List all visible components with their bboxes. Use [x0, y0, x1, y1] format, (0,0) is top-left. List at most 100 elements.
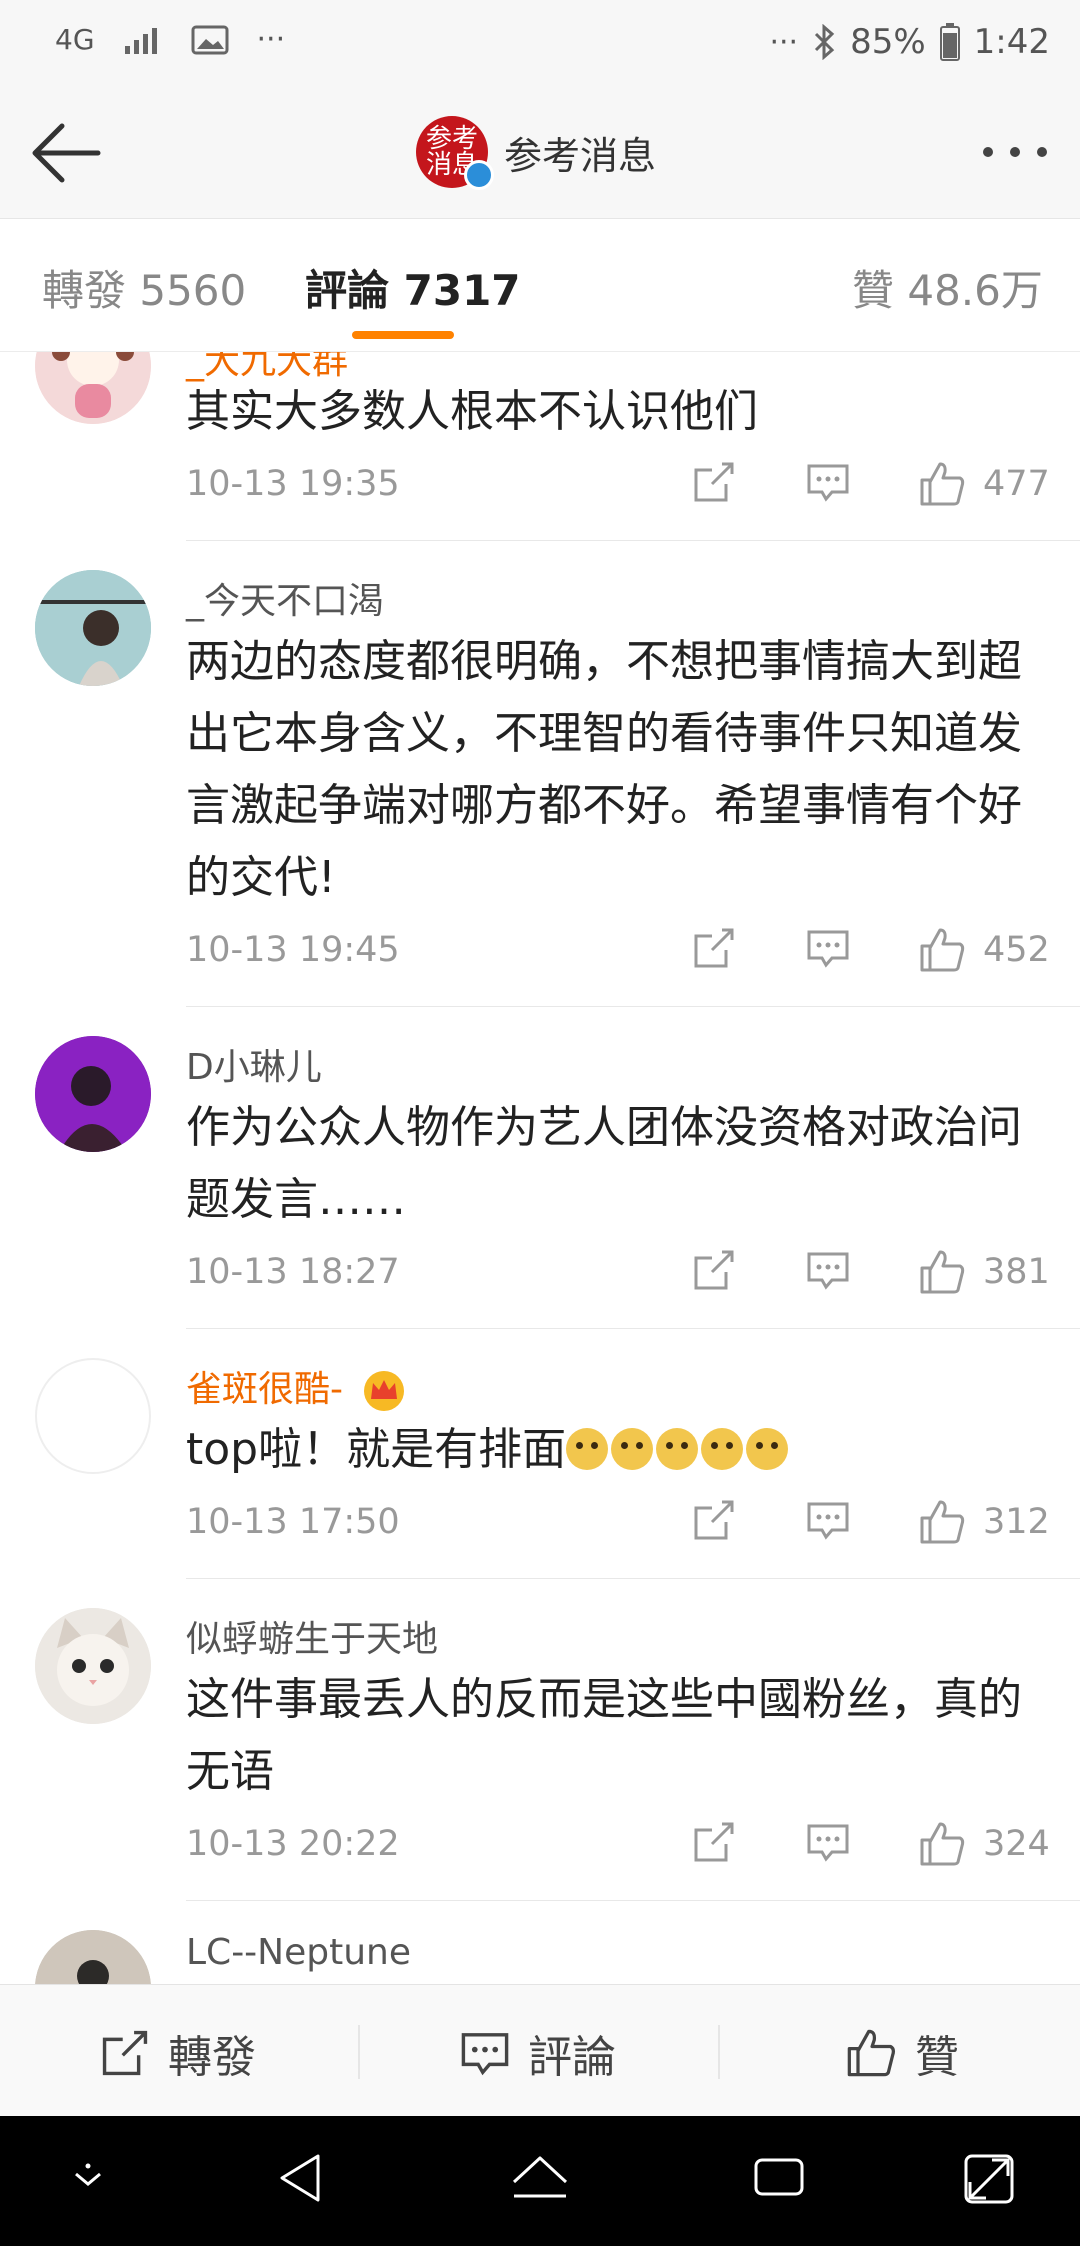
like-icon[interactable]	[918, 1820, 966, 1868]
avatar-image	[35, 1930, 151, 1984]
comment-meta: 10-13 18:27 381	[186, 1244, 1050, 1304]
avatar[interactable]	[35, 352, 151, 424]
separator	[718, 2025, 720, 2079]
comment-username[interactable]: _今天不口渴	[186, 572, 384, 624]
repost-button[interactable]: 轉發	[100, 2021, 256, 2085]
account-title[interactable]: 参考消息 参考消息	[416, 116, 657, 190]
avatar[interactable]	[35, 1036, 151, 1152]
more-status-icon-right: ···	[769, 24, 799, 60]
system-navigation-bar	[0, 2116, 1080, 2246]
comment-meta: 10-13 20:22 324	[186, 1816, 1050, 1876]
like-icon[interactable]	[918, 460, 966, 508]
tab-bar: 轉發 5560 評論 7317 贊 48.6万	[0, 219, 1080, 352]
recent-apps-icon[interactable]	[752, 2152, 806, 2202]
comment-username[interactable]: 似蜉蝣生于天地	[186, 1610, 438, 1662]
like-icon	[847, 2029, 896, 2077]
like-count: 324	[983, 1824, 1050, 1864]
comment-meta: 10-13 17:50 312	[186, 1494, 1050, 1554]
avatar[interactable]	[35, 1358, 151, 1474]
network-label: 4G	[55, 23, 95, 56]
comment-icon[interactable]	[806, 1248, 850, 1292]
like-icon[interactable]	[918, 926, 966, 974]
divider	[186, 1900, 1080, 1901]
like-count: 477	[983, 464, 1050, 504]
avatar-image	[35, 1036, 151, 1152]
bluetooth-icon	[815, 24, 835, 60]
clock: 1:42	[973, 22, 1050, 62]
comment-text: top啦！就是有排面	[186, 1414, 1046, 1486]
comment-text: 两边的态度都很明确，不想把事情搞大到超出它本身含义，不理智的看待事件只知道发言激…	[186, 636, 1022, 903]
comment-text-content: top啦！就是有排面	[186, 1424, 567, 1475]
comment-time: 10-13 19:35	[186, 464, 400, 504]
like-count: 312	[983, 1502, 1050, 1542]
doge-emoji-icons	[566, 1424, 791, 1475]
tab-reposts[interactable]: 轉發 5560	[42, 257, 246, 318]
comment-list[interactable]: _大九大群 其实大多数人根本不认识他们 10-13 19:35 477 _今天不…	[0, 352, 1080, 1984]
back-icon[interactable]	[276, 2152, 324, 2204]
divider	[186, 1006, 1080, 1007]
hide-keyboard-icon[interactable]	[66, 2152, 110, 2196]
repost-icon[interactable]	[692, 1498, 736, 1542]
divider	[186, 540, 1080, 541]
active-tab-indicator	[352, 331, 454, 339]
status-bar: 4G ··· ··· 85% 1:42	[0, 0, 1080, 90]
comment-meta: 10-13 19:35 477	[186, 456, 1050, 516]
battery-percent: 85%	[850, 22, 926, 62]
comment-meta: 10-13 19:45 452	[186, 922, 1050, 982]
repost-icon[interactable]	[692, 1248, 736, 1292]
comment-username[interactable]: D小琳儿	[186, 1038, 322, 1090]
comment-username: 雀斑很酷-	[186, 1369, 343, 1410]
comment-username-vip[interactable]: 雀斑很酷-	[186, 1360, 406, 1413]
repost-icon	[102, 2030, 148, 2076]
comment-icon[interactable]	[806, 460, 850, 504]
comment-icon[interactable]	[806, 1820, 850, 1864]
tab-comments[interactable]: 評論 7317	[305, 257, 521, 318]
comment-time: 10-13 17:50	[186, 1502, 400, 1542]
tab-likes[interactable]: 贊 48.6万	[852, 257, 1043, 318]
account-name: 参考消息	[504, 133, 657, 178]
comment-icon	[461, 2033, 509, 2076]
comment-icon[interactable]	[806, 926, 850, 970]
comment-text: 其实大多数人根本不认识他们	[186, 386, 758, 437]
repost-label: 轉發	[168, 2032, 256, 2083]
like-count: 381	[983, 1252, 1050, 1292]
navigation-bar: 参考消息 参考消息	[0, 90, 1080, 219]
gallery-icon	[191, 25, 229, 54]
like-count: 452	[983, 930, 1050, 970]
avatar-image	[35, 352, 151, 424]
home-icon[interactable]	[510, 2152, 570, 2208]
comment-icon[interactable]	[806, 1498, 850, 1542]
vip-crown-icon	[364, 1371, 405, 1411]
comment-button[interactable]: 評論	[460, 2021, 616, 2085]
avatar[interactable]	[35, 570, 151, 686]
avatar[interactable]	[35, 1608, 151, 1724]
verified-badge-icon	[464, 160, 494, 190]
comment-text: 这件事最丢人的反而是这些中國粉丝，真的无语	[186, 1674, 1022, 1797]
more-options-icon[interactable]	[980, 140, 1050, 164]
more-status-icon: ···	[256, 22, 286, 57]
comment-label: 評論	[528, 2032, 616, 2083]
separator	[358, 2025, 360, 2079]
comment-time: 10-13 18:27	[186, 1252, 400, 1292]
comment-time: 10-13 20:22	[186, 1824, 400, 1864]
like-icon[interactable]	[918, 1248, 966, 1296]
back-arrow-icon[interactable]	[28, 120, 104, 186]
signal-icon	[124, 27, 157, 54]
like-label: 贊	[915, 2032, 959, 2083]
comment-text: 作为公众人物作为艺人团体没资格对政治问题发言……	[186, 1102, 1022, 1225]
comment-username[interactable]: LC--Neptune	[186, 1932, 411, 1973]
avatar[interactable]	[35, 1930, 151, 1984]
like-icon[interactable]	[918, 1498, 966, 1546]
account-logo: 参考消息	[416, 116, 494, 190]
repost-icon[interactable]	[692, 1820, 736, 1864]
divider	[186, 1578, 1080, 1579]
bottom-action-bar: 轉發 評論 贊	[0, 1984, 1080, 2117]
battery-icon	[939, 23, 960, 61]
avatar-image	[35, 570, 151, 686]
expand-screen-icon[interactable]	[962, 2152, 1016, 2206]
repost-icon[interactable]	[692, 460, 736, 504]
comment-time: 10-13 19:45	[186, 930, 400, 970]
like-button[interactable]: 贊	[845, 2021, 959, 2085]
repost-icon[interactable]	[692, 926, 736, 970]
avatar-image	[35, 1608, 151, 1724]
